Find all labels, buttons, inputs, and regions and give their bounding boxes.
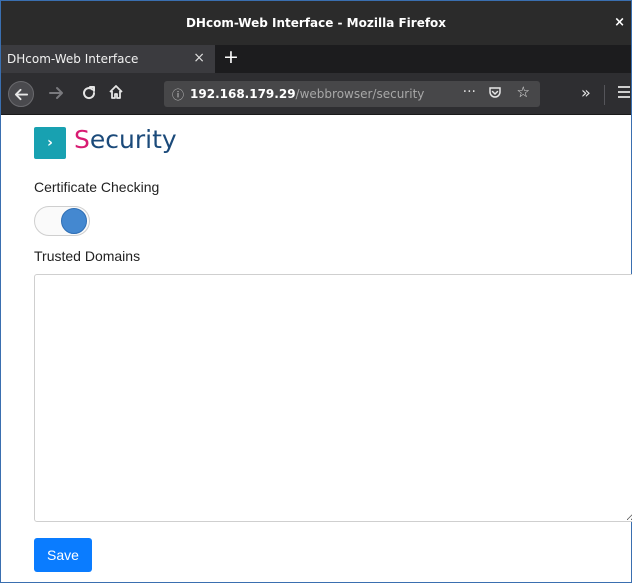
title-bar: DHcom-Web Interface - Mozilla Firefox ×: [1, 1, 631, 45]
home-button[interactable]: [108, 84, 124, 104]
back-icon: [14, 88, 29, 101]
window-title: DHcom-Web Interface - Mozilla Firefox: [185, 16, 447, 30]
url-path: /webbrowser/security: [295, 87, 425, 101]
toggle-knob: [61, 208, 87, 234]
save-button[interactable]: Save: [34, 538, 92, 572]
new-tab-button[interactable]: +: [223, 46, 239, 68]
page-title: Security: [74, 125, 177, 154]
reload-button[interactable]: [81, 85, 97, 105]
tab-strip: DHcom-Web Interface × +: [1, 45, 631, 73]
tab-label: DHcom-Web Interface: [7, 52, 139, 66]
browser-window: DHcom-Web Interface - Mozilla Firefox × …: [0, 0, 632, 583]
page-actions-icon[interactable]: ···: [463, 84, 476, 100]
tab-close-icon[interactable]: ×: [193, 50, 205, 66]
url-bar[interactable]: ⓘ 192.168.179.29 /webbrowser/security ··…: [164, 81, 540, 107]
window-close-button[interactable]: ×: [614, 15, 625, 30]
pocket-icon[interactable]: [488, 86, 502, 103]
certificate-checking-toggle[interactable]: [34, 206, 90, 236]
overflow-icon[interactable]: »: [581, 83, 591, 102]
trusted-domains-textarea[interactable]: [34, 274, 632, 522]
home-icon: [109, 85, 123, 99]
forward-icon: [49, 87, 63, 99]
page-title-initial: S: [74, 125, 90, 154]
navigation-toolbar: ⓘ 192.168.179.29 /webbrowser/security ··…: [1, 73, 631, 115]
trusted-domains-label: Trusted Domains: [34, 248, 141, 264]
page-content: › Security Certificate Checking Trusted …: [2, 115, 632, 582]
certificate-checking-label: Certificate Checking: [34, 179, 160, 195]
back-button[interactable]: [8, 81, 34, 107]
tab-dhcom-web-interface[interactable]: DHcom-Web Interface ×: [1, 45, 215, 73]
url-host: 192.168.179.29: [190, 87, 296, 101]
hamburger-menu-icon[interactable]: [617, 84, 631, 104]
page-title-rest: ecurity: [89, 125, 177, 154]
bookmark-star-icon[interactable]: ☆: [517, 83, 530, 101]
reload-icon: [83, 86, 96, 100]
section-chevron-icon: ›: [34, 127, 66, 159]
forward-button[interactable]: [48, 85, 64, 105]
info-icon[interactable]: ⓘ: [172, 86, 184, 103]
toolbar-separator: [604, 85, 605, 105]
